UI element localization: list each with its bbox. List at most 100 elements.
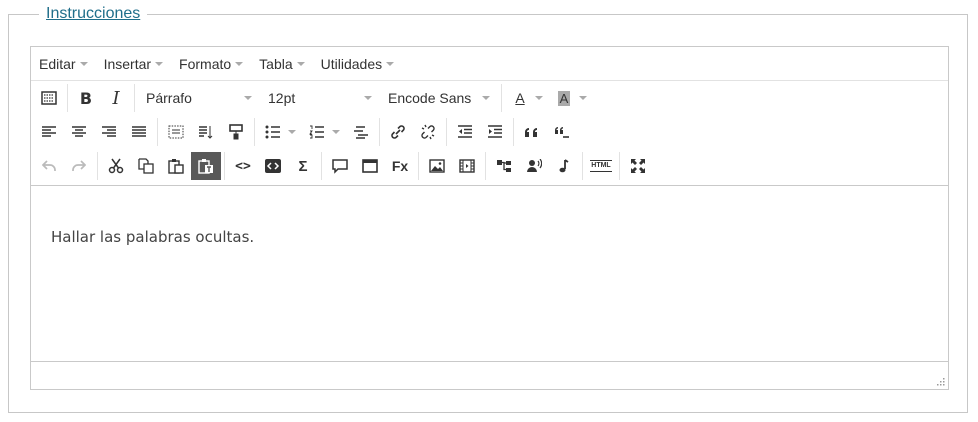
undo-button[interactable] xyxy=(34,152,64,180)
code-sample-button[interactable] xyxy=(258,152,288,180)
paint-brush-icon xyxy=(229,124,243,140)
window-icon xyxy=(362,159,378,173)
toolbar-group: A A xyxy=(505,84,596,112)
blockquote-button[interactable] xyxy=(517,118,547,146)
mindmap-button[interactable] xyxy=(489,152,519,180)
toolbar-group xyxy=(34,84,68,112)
outdent-icon xyxy=(458,125,472,138)
menu-label: Editar xyxy=(39,55,76,72)
block-format-value: Párrafo xyxy=(146,90,192,106)
menu-formato[interactable]: Formato xyxy=(174,51,248,77)
chevron-down-icon[interactable] xyxy=(579,96,587,100)
clear-formatting-button[interactable]: Fx xyxy=(385,152,415,180)
font-family-value: Encode Sans xyxy=(388,90,472,106)
toolbar-group: HTML xyxy=(586,152,620,180)
bullet-list-button[interactable] xyxy=(258,118,288,146)
chevron-down-icon[interactable] xyxy=(535,96,543,100)
copy-button[interactable] xyxy=(131,152,161,180)
fullscreen-button[interactable] xyxy=(623,152,653,180)
menu-editar[interactable]: Editar xyxy=(34,51,93,77)
toggle-toolbar-button[interactable] xyxy=(34,84,64,112)
numbered-list-button[interactable] xyxy=(302,118,332,146)
audio-button[interactable] xyxy=(549,152,579,180)
film-icon xyxy=(459,159,475,173)
insert-media-button[interactable] xyxy=(452,152,482,180)
paste-button[interactable] xyxy=(161,152,191,180)
font-family-select[interactable]: Encode Sans xyxy=(380,84,498,112)
font-size-select[interactable]: 12pt xyxy=(260,84,380,112)
cut-button[interactable] xyxy=(101,152,131,180)
bullet-list-split[interactable] xyxy=(258,118,302,146)
chevron-down-icon xyxy=(79,61,88,66)
source-code-button[interactable]: HTML xyxy=(586,152,616,180)
block-format-select[interactable]: Párrafo xyxy=(138,84,260,112)
paste-icon xyxy=(168,159,184,174)
menubar: Editar Insertar Formato Tabla Utilidades xyxy=(31,47,948,81)
align-right-button[interactable] xyxy=(94,118,124,146)
insert-link-button[interactable] xyxy=(383,118,413,146)
align-center-button[interactable] xyxy=(64,118,94,146)
select-all-button[interactable] xyxy=(161,118,191,146)
font-size-value: 12pt xyxy=(268,90,296,106)
comment-icon xyxy=(332,159,348,174)
menu-insertar[interactable]: Insertar xyxy=(99,51,168,77)
template-button[interactable] xyxy=(355,152,385,180)
comment-button[interactable] xyxy=(325,152,355,180)
unlink-button[interactable] xyxy=(413,118,443,146)
chevron-down-icon xyxy=(155,61,164,66)
align-right-icon xyxy=(102,126,116,137)
code-button[interactable]: <> xyxy=(228,152,258,180)
align-center-icon xyxy=(72,126,86,137)
align-justify-button[interactable] xyxy=(124,118,154,146)
indent-button[interactable] xyxy=(480,118,510,146)
redo-icon xyxy=(72,160,86,171)
bg-color-split[interactable]: A xyxy=(549,84,593,112)
line-height-button[interactable] xyxy=(191,118,221,146)
italic-icon: I xyxy=(112,87,120,109)
bold-icon: B xyxy=(79,88,93,108)
speaker-person-icon xyxy=(527,159,542,172)
link-icon xyxy=(391,125,405,139)
scissors-icon xyxy=(108,158,124,174)
italic-button[interactable]: I xyxy=(101,84,131,112)
fieldset-legend: Instrucciones xyxy=(39,5,148,23)
outdent-button[interactable] xyxy=(450,118,480,146)
chevron-down-icon[interactable] xyxy=(288,130,296,134)
toolbar-group: Encode Sans xyxy=(380,84,502,112)
indent-icon xyxy=(488,125,502,138)
content-paragraph[interactable]: Hallar las palabras ocultas. xyxy=(51,228,254,246)
text-color-button[interactable]: A xyxy=(505,84,535,112)
redo-button[interactable] xyxy=(64,152,94,180)
menu-label: Insertar xyxy=(103,55,152,72)
unlink-icon xyxy=(421,124,435,140)
cite-button[interactable] xyxy=(547,118,577,146)
hierarchy-list-button[interactable] xyxy=(346,118,376,146)
status-bar xyxy=(31,361,948,389)
equation-button[interactable]: Σ xyxy=(288,152,318,180)
text-to-speech-button[interactable] xyxy=(519,152,549,180)
toolbar-group xyxy=(489,152,583,180)
toolbar-group: B I xyxy=(71,84,135,112)
background-color-button[interactable]: A xyxy=(549,84,579,112)
image-icon xyxy=(429,159,445,173)
editor-content-area[interactable]: Hallar las palabras ocultas. xyxy=(31,185,948,361)
resize-handle-icon[interactable] xyxy=(936,377,945,386)
toolbar-group xyxy=(34,152,98,180)
bold-button[interactable]: B xyxy=(71,84,101,112)
chevron-down-icon xyxy=(296,61,305,66)
menu-utilidades[interactable]: Utilidades xyxy=(316,51,399,77)
text-color-split[interactable]: A xyxy=(505,84,549,112)
format-painter-button[interactable] xyxy=(221,118,251,146)
align-left-button[interactable] xyxy=(34,118,64,146)
code-icon: <> xyxy=(235,158,251,174)
toolbar-group xyxy=(383,118,447,146)
numbered-list-split[interactable] xyxy=(302,118,346,146)
insert-image-button[interactable] xyxy=(422,152,452,180)
toolbar-group: Fx xyxy=(325,152,419,180)
code-block-icon xyxy=(265,159,281,173)
paste-as-text-button[interactable] xyxy=(191,152,221,180)
menu-tabla[interactable]: Tabla xyxy=(254,51,309,77)
indent-list-icon xyxy=(354,126,368,139)
text-color-icon: A xyxy=(515,90,525,106)
chevron-down-icon[interactable] xyxy=(332,130,340,134)
